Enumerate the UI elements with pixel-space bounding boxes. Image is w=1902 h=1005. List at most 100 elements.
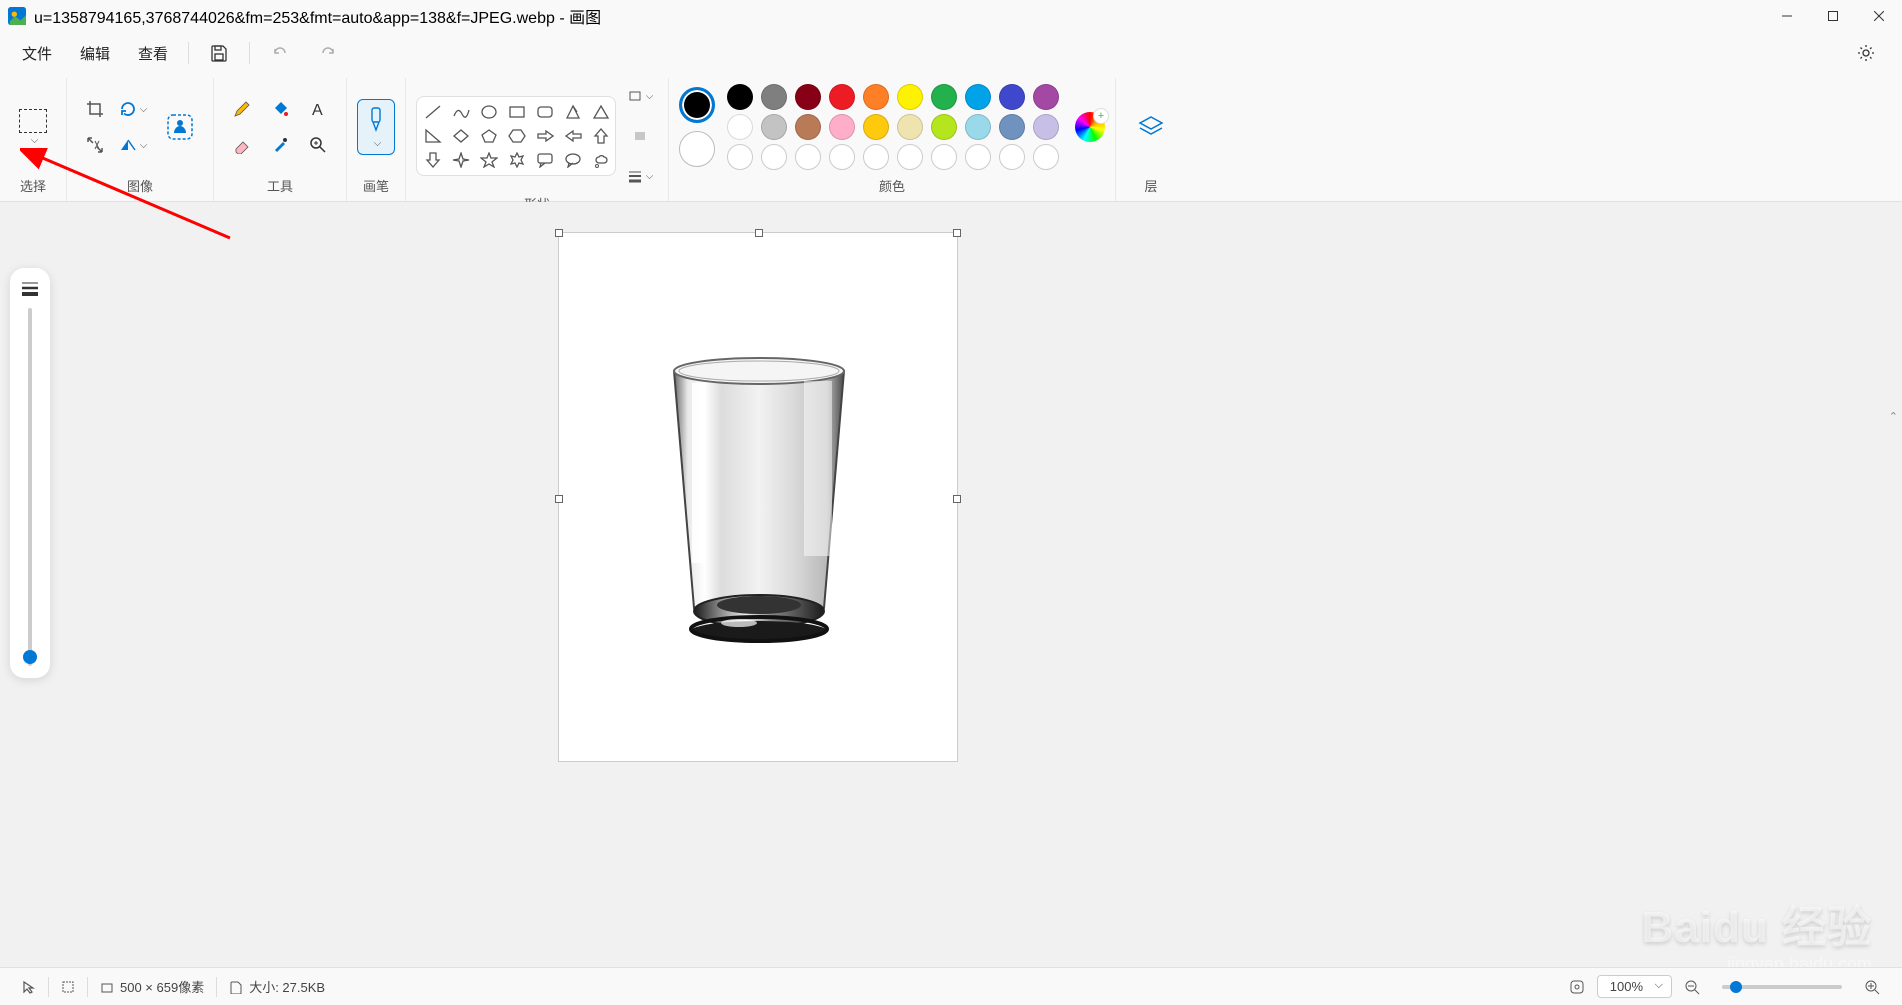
resize-handle[interactable] xyxy=(755,229,763,237)
color-swatch[interactable] xyxy=(965,84,991,110)
shape-polygon-icon[interactable] xyxy=(563,103,583,121)
magnifier-tool[interactable] xyxy=(300,127,336,163)
color-swatch[interactable] xyxy=(761,114,787,140)
shape-arrow-left-icon[interactable] xyxy=(563,127,583,145)
color-swatch[interactable] xyxy=(727,84,753,110)
color-swatch[interactable] xyxy=(863,84,889,110)
save-button[interactable] xyxy=(201,37,237,69)
color-swatch[interactable] xyxy=(795,84,821,110)
shape-right-triangle-icon[interactable] xyxy=(423,127,443,145)
color-swatch-empty[interactable] xyxy=(965,144,991,170)
shapes-gallery[interactable] xyxy=(416,96,616,176)
slider-thumb[interactable] xyxy=(1730,981,1742,993)
color-swatch[interactable] xyxy=(931,84,957,110)
color-1[interactable] xyxy=(679,87,715,123)
fit-screen-button[interactable] xyxy=(1557,979,1597,995)
minimize-button[interactable] xyxy=(1764,0,1810,32)
canvas[interactable] xyxy=(558,232,958,762)
edit-colors-button[interactable] xyxy=(1075,112,1105,142)
color-swatch[interactable] xyxy=(727,114,753,140)
shape-callout-rect-icon[interactable] xyxy=(535,151,555,169)
color-swatch-empty[interactable] xyxy=(1033,144,1059,170)
shape-arrow-right-icon[interactable] xyxy=(535,127,555,145)
close-button[interactable] xyxy=(1856,0,1902,32)
shape-rect-icon[interactable] xyxy=(507,103,527,121)
shape-line-icon[interactable] xyxy=(423,103,443,121)
color-swatch-empty[interactable] xyxy=(863,144,889,170)
scroll-up-icon[interactable]: ⌃ xyxy=(1889,410,1898,423)
color-swatch[interactable] xyxy=(829,114,855,140)
shape-roundrect-icon[interactable] xyxy=(535,103,555,121)
eraser-tool[interactable] xyxy=(224,127,260,163)
color-swatch[interactable] xyxy=(931,114,957,140)
window-title: u=1358794165,3768744026&fm=253&fmt=auto&… xyxy=(34,4,601,28)
redo-button[interactable] xyxy=(310,37,346,69)
menu-view[interactable]: 查看 xyxy=(124,37,182,70)
color-swatch[interactable] xyxy=(965,114,991,140)
resize-handle[interactable] xyxy=(953,229,961,237)
shape-star4-icon[interactable] xyxy=(451,151,471,169)
resize-handle[interactable] xyxy=(555,229,563,237)
resize-button[interactable] xyxy=(77,127,113,163)
menu-file[interactable]: 文件 xyxy=(8,37,66,70)
zoom-level[interactable]: 100% xyxy=(1597,975,1672,998)
text-tool[interactable]: A xyxy=(300,91,336,127)
shape-fill-button[interactable] xyxy=(622,118,658,154)
shape-triangle-icon[interactable] xyxy=(591,103,611,121)
shape-callout-cloud-icon[interactable] xyxy=(591,151,611,169)
color-swatch[interactable] xyxy=(761,84,787,110)
shape-arrow-down-icon[interactable] xyxy=(423,151,443,169)
slider-thumb[interactable] xyxy=(23,650,37,664)
color-swatch[interactable] xyxy=(795,114,821,140)
color-swatch[interactable] xyxy=(897,84,923,110)
color-swatch-empty[interactable] xyxy=(795,144,821,170)
shape-callout-oval-icon[interactable] xyxy=(563,151,583,169)
shape-hexagon-icon[interactable] xyxy=(507,127,527,145)
color-swatch[interactable] xyxy=(999,114,1025,140)
selection-tool[interactable]: ⌵ xyxy=(10,98,56,156)
color-swatch-empty[interactable] xyxy=(897,144,923,170)
resize-handle[interactable] xyxy=(555,495,563,503)
menu-edit[interactable]: 编辑 xyxy=(66,37,124,70)
shape-diamond-icon[interactable] xyxy=(451,127,471,145)
fill-tool[interactable] xyxy=(262,91,298,127)
crop-button[interactable] xyxy=(77,91,113,127)
pencil-tool[interactable] xyxy=(224,91,260,127)
color-swatch[interactable] xyxy=(863,114,889,140)
undo-button[interactable] xyxy=(262,37,298,69)
settings-button[interactable] xyxy=(1848,37,1884,69)
color-2[interactable] xyxy=(679,131,715,167)
shape-oval-icon[interactable] xyxy=(479,103,499,121)
maximize-button[interactable] xyxy=(1810,0,1856,32)
color-swatch-empty[interactable] xyxy=(829,144,855,170)
color-swatch-empty[interactable] xyxy=(761,144,787,170)
color-swatch-empty[interactable] xyxy=(931,144,957,170)
layers-button[interactable] xyxy=(1126,102,1176,152)
shape-pentagon-icon[interactable] xyxy=(479,127,499,145)
shape-outline-button[interactable]: ⌵ xyxy=(622,78,658,114)
color-swatch[interactable] xyxy=(999,84,1025,110)
shape-star5-icon[interactable] xyxy=(479,151,499,169)
ribbon-group-brush: ⌵ 画笔 xyxy=(347,78,406,201)
zoom-slider[interactable] xyxy=(1722,985,1842,989)
remove-background-button[interactable] xyxy=(157,104,203,150)
rotate-button[interactable]: ⌵ xyxy=(115,91,151,127)
color-swatch[interactable] xyxy=(829,84,855,110)
resize-handle[interactable] xyxy=(953,495,961,503)
canvas-area[interactable]: ⌃ xyxy=(0,202,1902,967)
color-swatch[interactable] xyxy=(897,114,923,140)
color-swatch[interactable] xyxy=(1033,84,1059,110)
brush-tool[interactable]: ⌵ xyxy=(357,99,395,155)
zoom-out-button[interactable] xyxy=(1672,979,1712,995)
line-width-button[interactable]: ⌵ xyxy=(622,158,658,194)
brush-size-slider[interactable] xyxy=(10,268,50,678)
zoom-in-button[interactable] xyxy=(1852,979,1892,995)
shape-arrow-up-icon[interactable] xyxy=(591,127,611,145)
shape-star6-icon[interactable] xyxy=(507,151,527,169)
color-picker-tool[interactable] xyxy=(262,127,298,163)
shape-curve-icon[interactable] xyxy=(451,103,471,121)
flip-button[interactable]: ⌵ xyxy=(115,127,151,163)
color-swatch-empty[interactable] xyxy=(999,144,1025,170)
color-swatch[interactable] xyxy=(1033,114,1059,140)
color-swatch-empty[interactable] xyxy=(727,144,753,170)
